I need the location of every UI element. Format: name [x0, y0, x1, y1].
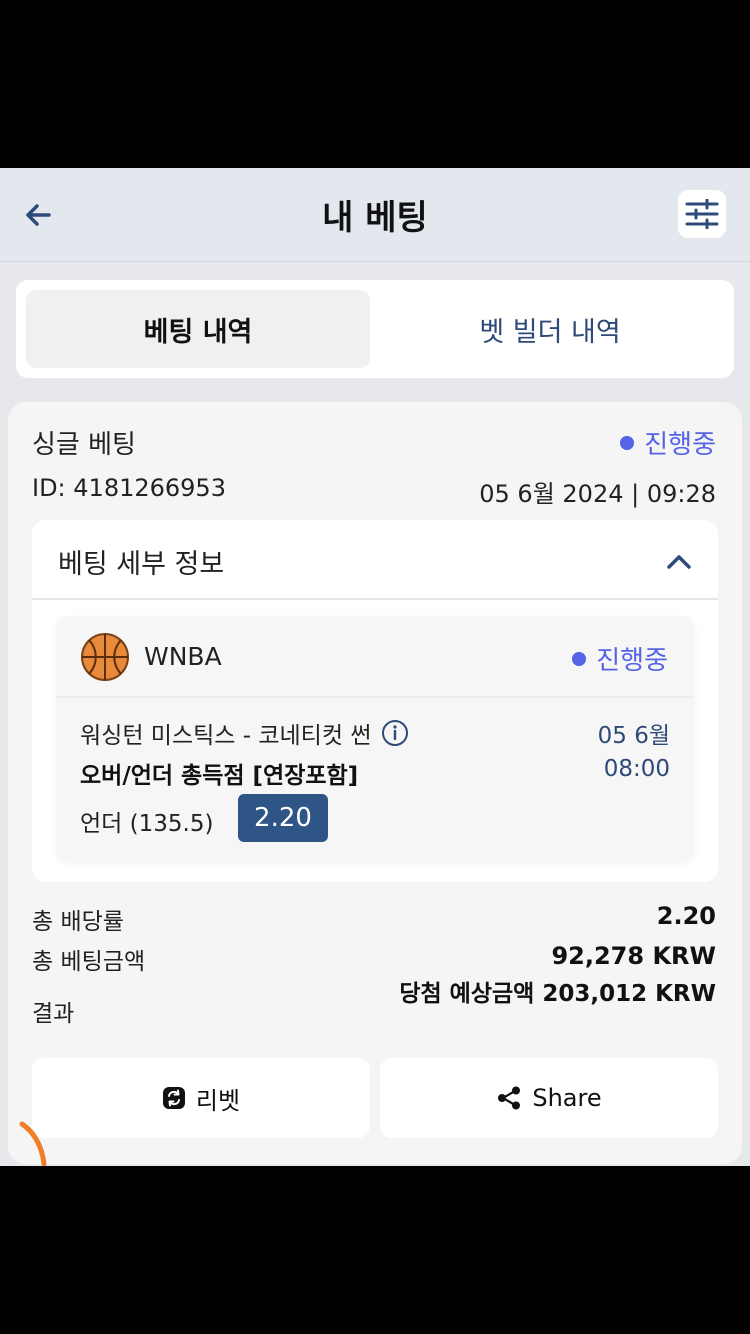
market-name: 오버/언더 총득점 [연장포함] — [80, 763, 359, 789]
tab-bet-builder-history[interactable]: 벳 빌더 내역 — [378, 290, 722, 368]
event-card: WNBA 진행중 워싱턴 미스틱스 - 코네티컷 썬 오버/언더 총득점 [연장… — [56, 616, 694, 860]
info-icon[interactable] — [381, 719, 409, 747]
share-icon — [498, 1086, 521, 1110]
total-odds-value: 2.20 — [656, 902, 716, 930]
scroll-indicator-icon — [19, 1121, 47, 1166]
event-date: 05 6월 — [597, 723, 670, 749]
event-status: 진행중 — [572, 640, 668, 677]
basketball-icon — [81, 633, 129, 681]
bet-card: 싱글 베팅 진행중 ID: 4181266953 05 6월 2024 | 09… — [8, 402, 742, 1164]
match-title: 워싱턴 미스틱스 - 코네티컷 썬 — [80, 723, 372, 749]
status-dot-icon — [620, 435, 635, 450]
bet-details-toggle[interactable]: 베팅 세부 정보 — [32, 520, 718, 600]
event-status-label: 진행중 — [596, 646, 668, 676]
result-value: 당첨 예상금액 203,012 KRW — [399, 981, 716, 1007]
selection: 언더 (135.5) — [80, 811, 214, 837]
result-label: 결과 — [32, 1001, 75, 1027]
share-button[interactable]: Share — [380, 1058, 718, 1138]
bet-id: ID: 4181266953 — [32, 474, 226, 502]
stake-label: 총 베팅금액 — [32, 949, 146, 975]
rebet-icon — [162, 1087, 185, 1109]
bet-status: 진행중 — [620, 424, 716, 461]
status-dot-icon — [572, 651, 587, 666]
tab-bar: 베팅 내역 벳 빌더 내역 — [16, 280, 734, 378]
stake-value: 92,278 KRW — [551, 942, 716, 970]
rebet-label: 리벳 — [195, 1086, 241, 1115]
share-label: Share — [532, 1084, 602, 1112]
chevron-up-icon — [667, 555, 691, 569]
tab-bet-history[interactable]: 베팅 내역 — [26, 290, 370, 368]
sliders-icon — [685, 199, 719, 229]
rebet-button[interactable]: 리벳 — [32, 1058, 370, 1138]
bet-date: 05 6월 2024 | 09:28 — [479, 480, 716, 508]
header-bar: 내 베팅 — [0, 168, 750, 262]
bet-status-label: 진행중 — [644, 430, 716, 460]
total-odds-label: 총 배당률 — [32, 909, 124, 935]
app-screen: 내 베팅 베팅 내역 벳 빌더 내역 싱글 베팅 진행중 ID: 4181266… — [0, 168, 750, 1166]
bet-details-panel: 베팅 세부 정보 WNBA 진행중 워싱턴 미스틱스 - 코네티컷 썬 오버/언… — [32, 520, 718, 882]
league-name: WNBA — [144, 642, 222, 671]
match-name: 워싱턴 미스틱스 - 코네티컷 썬 — [80, 716, 409, 750]
page-title: 내 베팅 — [322, 198, 428, 238]
odds-badge: 2.20 — [238, 794, 328, 842]
league-row: WNBA 진행중 — [56, 616, 694, 698]
bet-type: 싱글 베팅 — [32, 430, 136, 460]
event-time: 08:00 — [603, 756, 670, 782]
bet-details-title: 베팅 세부 정보 — [58, 549, 225, 580]
filter-button[interactable] — [678, 190, 726, 238]
